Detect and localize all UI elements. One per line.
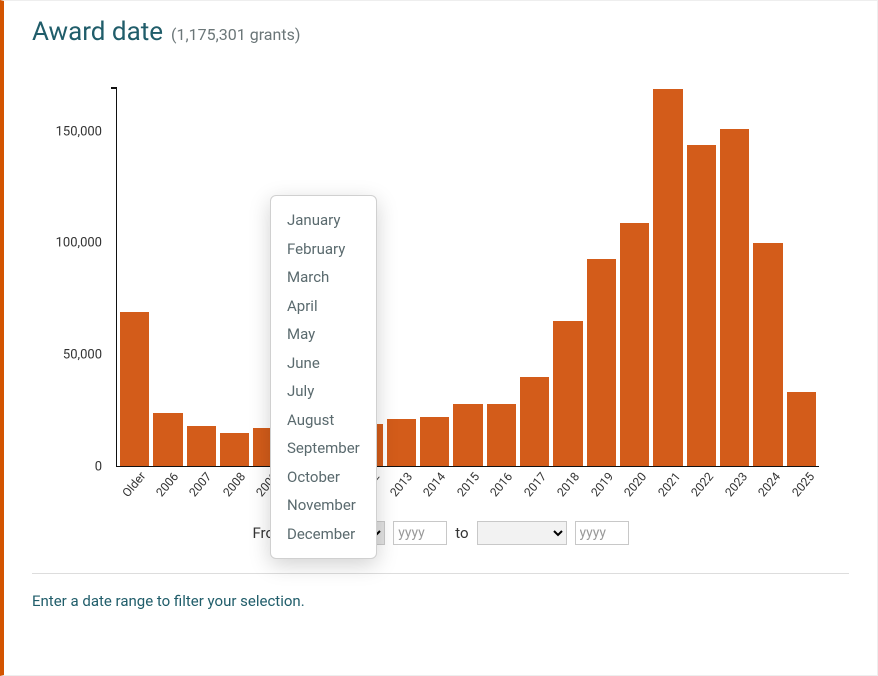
bar-Older[interactable] <box>120 312 149 466</box>
help-text: Enter a date range to filter your select… <box>32 592 849 610</box>
month-option[interactable]: March <box>285 263 362 292</box>
x-label-2007: 2007 <box>183 469 216 507</box>
x-label-2018: 2018 <box>551 469 584 507</box>
month-option[interactable]: October <box>285 463 362 492</box>
month-option[interactable]: January <box>285 206 362 235</box>
title-row: Award date (1,175,301 grants) <box>32 17 849 47</box>
to-month-select[interactable] <box>477 521 567 545</box>
x-label-2008: 2008 <box>216 469 249 507</box>
bar-2023[interactable] <box>720 129 749 466</box>
bar-2019[interactable] <box>587 259 616 466</box>
panel-title: Award date <box>32 17 163 47</box>
month-option[interactable]: May <box>285 320 362 349</box>
month-option[interactable]: August <box>285 406 362 435</box>
y-tick: 100,000 <box>38 236 102 251</box>
x-label-2006: 2006 <box>149 469 182 507</box>
month-option[interactable]: September <box>285 434 362 463</box>
date-range-controls: From to <box>32 521 849 545</box>
month-option[interactable]: June <box>285 349 362 378</box>
y-axis: 050,000100,000150,000 <box>32 87 110 467</box>
x-label-2015: 2015 <box>451 469 484 507</box>
x-label-2025: 2025 <box>785 469 818 507</box>
bar-2021[interactable] <box>653 89 682 466</box>
y-tick: 0 <box>38 460 102 475</box>
y-tick: 50,000 <box>38 348 102 363</box>
month-option[interactable]: February <box>285 235 362 264</box>
month-dropdown-popup[interactable]: JanuaryFebruaryMarchAprilMayJuneJulyAugu… <box>270 195 377 559</box>
bar-2015[interactable] <box>453 404 482 466</box>
x-label-2024: 2024 <box>752 469 785 507</box>
bar-2022[interactable] <box>687 145 716 466</box>
x-label-2019: 2019 <box>585 469 618 507</box>
x-axis-labels: Older20062007200820092010201120122013201… <box>116 469 819 507</box>
month-option[interactable]: July <box>285 377 362 406</box>
bar-2018[interactable] <box>553 321 582 466</box>
bar-2017[interactable] <box>520 377 549 466</box>
x-label-2021: 2021 <box>652 469 685 507</box>
from-year-input[interactable] <box>393 521 447 545</box>
x-label-2017: 2017 <box>518 469 551 507</box>
month-option[interactable]: April <box>285 292 362 321</box>
x-label-2014: 2014 <box>417 469 450 507</box>
panel-subtitle: (1,175,301 grants) <box>171 25 300 44</box>
to-year-input[interactable] <box>575 521 629 545</box>
bars <box>117 87 819 466</box>
plot-area <box>116 87 819 467</box>
x-label-2020: 2020 <box>618 469 651 507</box>
x-label-2023: 2023 <box>718 469 751 507</box>
award-date-panel: Award date (1,175,301 grants) 0 50,000 100… <box>0 0 878 676</box>
divider <box>32 573 849 574</box>
bar-2020[interactable] <box>620 223 649 466</box>
x-label-Older: Older <box>116 469 149 507</box>
bar-2007[interactable] <box>187 426 216 466</box>
y-tick: 150,000 <box>38 124 102 139</box>
bar-2008[interactable] <box>220 433 249 466</box>
x-label-2022: 2022 <box>685 469 718 507</box>
month-option[interactable]: December <box>285 520 362 549</box>
x-label-2013: 2013 <box>384 469 417 507</box>
to-label: to <box>455 524 468 542</box>
bar-2024[interactable] <box>753 243 782 466</box>
award-date-chart: 050,000100,000150,000 Older2006200720082… <box>32 87 849 507</box>
x-label-2016: 2016 <box>484 469 517 507</box>
month-option[interactable]: November <box>285 491 362 520</box>
bar-2016[interactable] <box>487 404 516 466</box>
bar-2014[interactable] <box>420 417 449 466</box>
bar-2025[interactable] <box>787 392 816 466</box>
bar-2006[interactable] <box>153 413 182 467</box>
bar-2013[interactable] <box>387 419 416 466</box>
